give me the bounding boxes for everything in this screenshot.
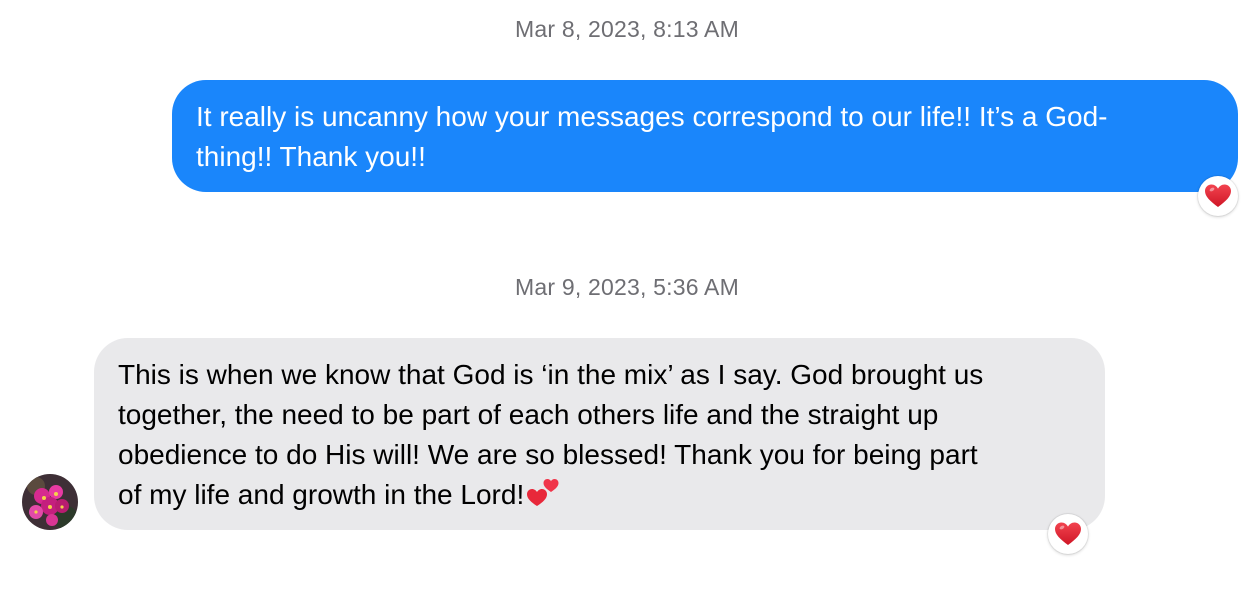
heart-icon bbox=[1054, 521, 1082, 547]
message-reaction[interactable] bbox=[1048, 514, 1088, 554]
heart-icon bbox=[1204, 183, 1232, 209]
message-text: It really is uncanny how your messages c… bbox=[196, 101, 1108, 172]
timestamp-divider: Mar 8, 2023, 8:13 AM bbox=[515, 16, 739, 42]
contact-avatar[interactable] bbox=[22, 474, 78, 530]
two-hearts-icon bbox=[525, 476, 561, 508]
message-reaction[interactable] bbox=[1198, 176, 1238, 216]
incoming-message-bubble[interactable]: This is when we know that God is ‘in the… bbox=[94, 338, 1105, 530]
timestamp-divider: Mar 9, 2023, 5:36 AM bbox=[515, 274, 739, 300]
outgoing-message-bubble[interactable]: It really is uncanny how your messages c… bbox=[172, 80, 1238, 192]
